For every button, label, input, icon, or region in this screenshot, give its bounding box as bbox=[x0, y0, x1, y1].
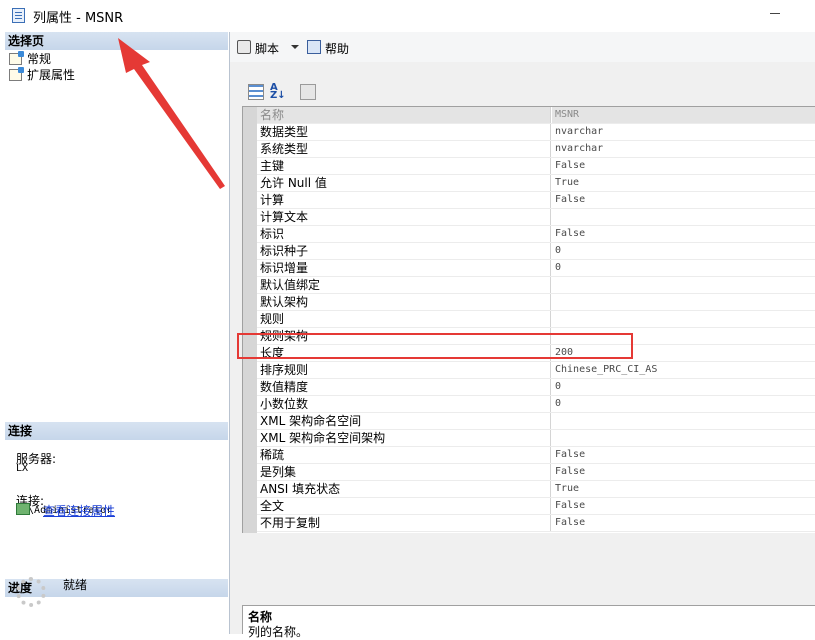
annotation-arrow-icon bbox=[118, 38, 225, 189]
